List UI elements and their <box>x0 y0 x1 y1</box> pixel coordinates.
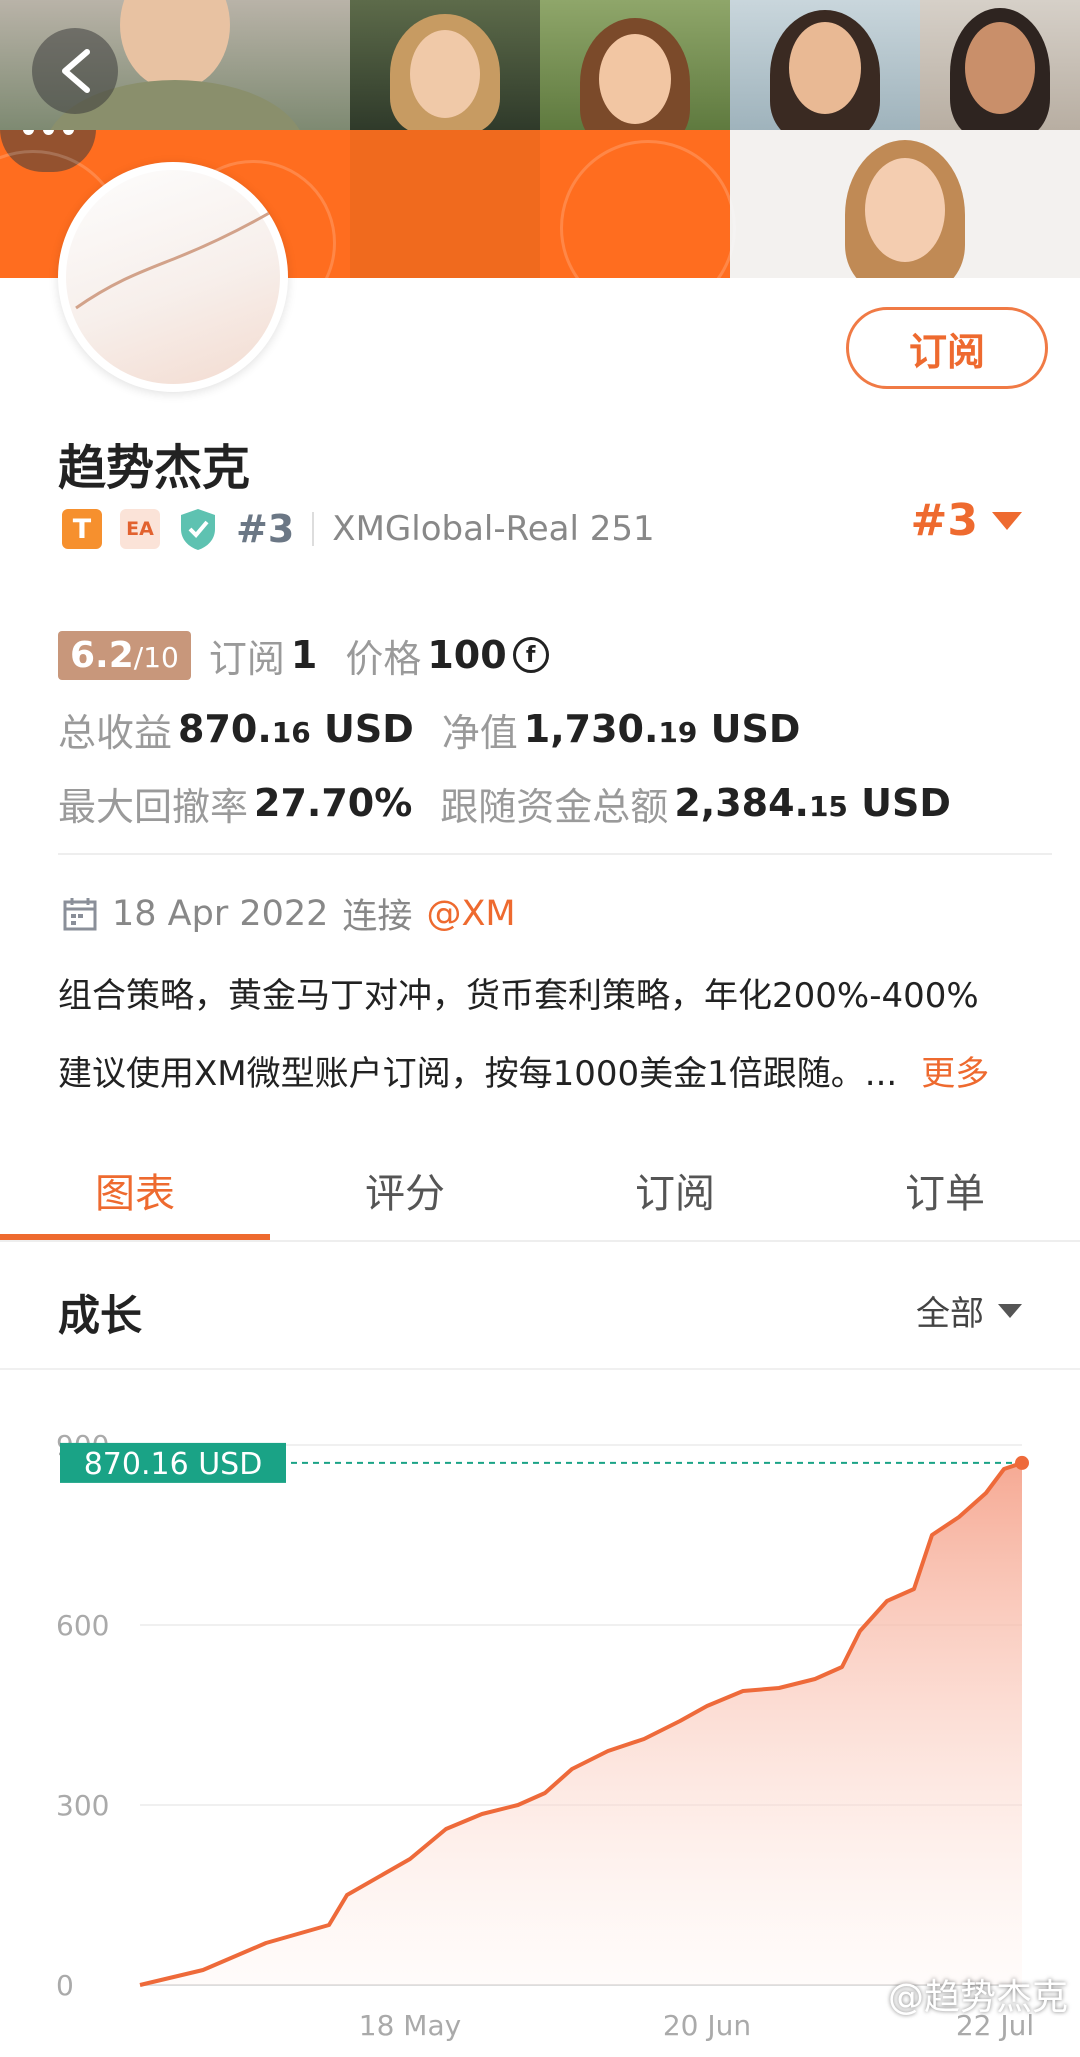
score-badge: 6.2/10 <box>58 630 191 680</box>
section-divider <box>0 1368 1080 1370</box>
more-link[interactable]: 更多 <box>921 1054 989 1094</box>
tab-divider <box>0 1240 1080 1242</box>
calendar-icon <box>63 897 97 930</box>
total-profit-label: 总收益 <box>58 710 173 755</box>
tag-ea-badge: EA <box>120 509 160 549</box>
watermark-text: @趋势杰克 <box>887 1977 1068 2018</box>
y-tick-label: 600 <box>56 1609 109 1642</box>
y-tick-label: 0 <box>56 1969 74 2002</box>
total-profit-value: 870.16 USD <box>178 707 414 751</box>
price-value: 100 <box>427 633 507 677</box>
max-drawdown-value: 27.70% <box>254 781 413 825</box>
equity-value: 1,730.19 USD <box>523 707 801 751</box>
caret-down-icon <box>992 511 1022 530</box>
avatar[interactable] <box>58 162 288 392</box>
period-selector[interactable]: 全部 <box>916 1286 1022 1335</box>
x-tick-label: 18 May <box>359 2009 461 2042</box>
trader-name: 趋势杰克 <box>58 440 251 496</box>
banner-photo <box>730 0 920 130</box>
server-name: XMGlobal-Real 251 <box>332 509 655 549</box>
subscriptions-label: 订阅 <box>208 636 285 681</box>
growth-area <box>140 1462 1022 1985</box>
back-button[interactable] <box>32 28 118 114</box>
banner-photo <box>920 0 1080 130</box>
equity-label: 净值 <box>441 710 518 755</box>
section-divider <box>58 853 1052 855</box>
max-drawdown-label: 最大回撤率 <box>58 784 249 829</box>
rank-dropdown-label: #3 <box>910 495 978 546</box>
coin-icon: f <box>512 637 549 673</box>
follow-funds-label: 跟随资金总额 <box>440 784 669 829</box>
trader-tags: T EA #3 XMGlobal-Real 251 <box>62 504 655 554</box>
tab-chart[interactable]: 图表 <box>0 1140 270 1240</box>
x-tick-label: 20 Jun <box>663 2009 751 2042</box>
score-value: 6.2 <box>70 634 134 676</box>
period-label: 全部 <box>916 1294 984 1334</box>
growth-chart[interactable]: 030060090018 May20 Jun22 Jul870.16 USD <box>0 1400 1080 2057</box>
connection-info: 18 Apr 2022 连接 @XM <box>62 888 516 939</box>
avatar-growth-curve <box>75 210 272 310</box>
shield-check-icon <box>181 509 215 550</box>
subscriptions-value: 1 <box>290 633 318 677</box>
description-line-1: 组合策略，黄金马丁对冲，货币套利策略，年化200%-400% <box>58 976 979 1016</box>
stats-block: 6.2/10 订阅 1 价格 100 f 总收益 870.16 USD 净值 1… <box>58 618 1038 840</box>
divider <box>312 512 315 546</box>
broker-link[interactable]: @XM <box>426 894 515 934</box>
current-point <box>1015 1455 1029 1470</box>
banner-photo <box>540 0 730 130</box>
price-label: 价格 <box>345 636 422 681</box>
banner-photo <box>350 0 540 130</box>
chevron-left-icon <box>62 49 90 93</box>
tab-orders[interactable]: 订单 <box>810 1140 1080 1240</box>
description-line-2: 建议使用XM微型账户订阅，按每1000美金1倍跟随。... 更多 <box>58 1046 989 1095</box>
tab-rating[interactable]: 评分 <box>270 1140 540 1240</box>
caret-down-icon <box>998 1303 1022 1318</box>
connection-date: 18 Apr 2022 <box>112 893 329 934</box>
tab-bar: 图表 评分 订阅 订单 <box>0 1140 1080 1240</box>
banner-pattern <box>350 130 540 278</box>
description-text: 建议使用XM微型账户订阅，按每1000美金1倍跟随。... <box>58 1054 898 1094</box>
tag-t-badge: T <box>62 509 102 549</box>
subscribe-button[interactable]: 订阅 <box>846 307 1048 389</box>
follow-funds-value: 2,384.15 USD <box>674 781 951 825</box>
growth-title: 成长 <box>58 1291 143 1340</box>
y-tick-label: 300 <box>56 1789 109 1822</box>
rank-dropdown[interactable]: #3 <box>911 495 1022 546</box>
score-max: /10 <box>133 640 179 674</box>
rank-label: #3 <box>236 507 295 551</box>
banner-photo <box>730 130 1080 278</box>
watermark: @趋势杰克 <box>888 1968 1068 2020</box>
current-value-label: 870.16 USD <box>84 1447 263 1482</box>
tab-subscriptions[interactable]: 订阅 <box>540 1140 810 1240</box>
connection-label: 连接 <box>342 897 413 937</box>
